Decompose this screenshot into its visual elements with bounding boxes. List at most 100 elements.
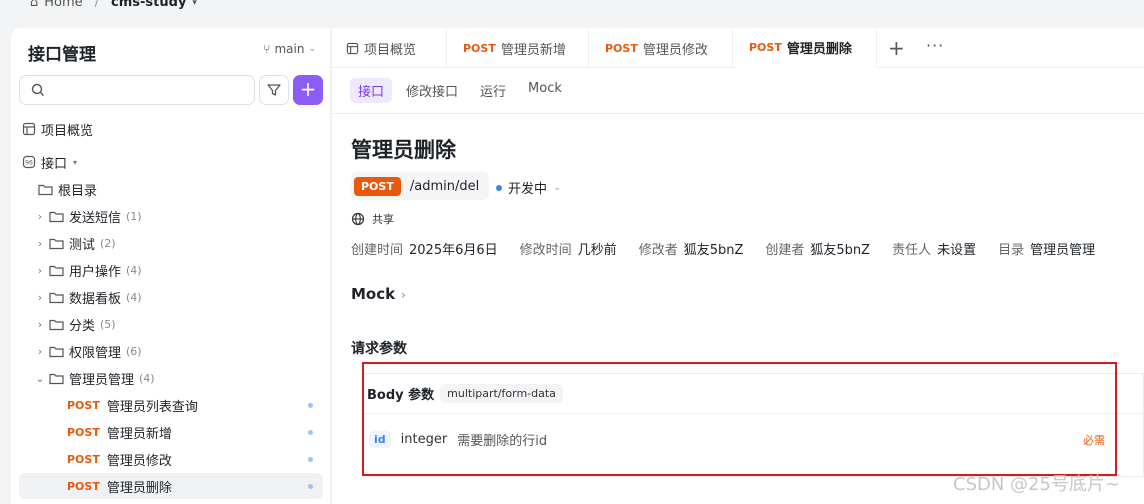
endpoint-label: 管理员新增 bbox=[106, 426, 172, 442]
share-label: 共享 bbox=[372, 213, 394, 226]
meta-created: 创建时间 2025年6月6日 bbox=[351, 243, 498, 258]
meta-folder[interactable]: 目录 管理员管理 bbox=[998, 239, 1095, 258]
tree-folder[interactable]: › 发送短信 (1) bbox=[19, 203, 323, 229]
tab-admin-delete[interactable]: POST 管理员删除 bbox=[735, 28, 877, 68]
method-badge: POST bbox=[354, 176, 401, 196]
param-type: integer bbox=[400, 431, 448, 447]
home-icon[interactable]: ⌂ bbox=[30, 0, 38, 10]
tree-folder[interactable]: › 数据看板 (4) bbox=[19, 284, 323, 310]
chevron-right-icon[interactable]: › bbox=[33, 237, 47, 250]
body-params-header: Body 参数 multipart/form-data bbox=[363, 374, 1144, 414]
endpoint-item[interactable]: POST 管理员列表查询 bbox=[19, 392, 323, 418]
endpoint-item[interactable]: POST 管理员新增 bbox=[19, 419, 323, 445]
param-description: 需要删除的行id bbox=[457, 433, 548, 449]
body-params-table: Body 参数 multipart/form-data id integer 需… bbox=[362, 373, 1144, 477]
subtab-api[interactable]: 接口 bbox=[350, 78, 393, 103]
tree-item-count: (2) bbox=[100, 236, 116, 250]
chevron-right-icon[interactable]: › bbox=[33, 318, 47, 331]
sub-tab-bar: 接口 修改接口 运行 Mock bbox=[350, 78, 570, 103]
branch-selector[interactable]: ⑂ main ⌄ bbox=[263, 42, 316, 56]
chevron-right-icon[interactable]: › bbox=[33, 291, 47, 304]
tab-overview[interactable]: 项目概览 bbox=[332, 28, 447, 68]
divider bbox=[332, 113, 1144, 114]
method-badge: POST bbox=[67, 452, 100, 466]
tree-item-overview[interactable]: 项目概览 bbox=[19, 116, 323, 142]
tree-folder[interactable]: › 用户操作 (4) bbox=[19, 257, 323, 283]
endpoint-label: 管理员列表查询 bbox=[106, 399, 198, 415]
tree-item-label: 数据看板 bbox=[69, 291, 122, 307]
mock-section-toggle[interactable]: Mock › bbox=[351, 285, 406, 303]
request-params-title: 请求参数 bbox=[351, 341, 407, 357]
body-params-label: Body 参数 bbox=[367, 388, 435, 403]
endpoint-path: /admin/del bbox=[409, 178, 480, 194]
folder-icon bbox=[49, 211, 64, 222]
chevron-right-icon[interactable]: › bbox=[33, 345, 47, 358]
chevron-right-icon[interactable]: › bbox=[33, 210, 47, 223]
search-input[interactable] bbox=[19, 75, 255, 105]
status-dot bbox=[308, 484, 313, 489]
chevron-right-icon[interactable]: › bbox=[33, 264, 47, 277]
tab-admin-add[interactable]: POST 管理员新增 bbox=[449, 28, 589, 68]
method-badge: POST bbox=[67, 479, 100, 493]
meta-creator: 创建者 狐友5bnZ bbox=[765, 243, 871, 258]
tree-item-label: 用户操作 bbox=[69, 264, 122, 280]
folder-icon bbox=[49, 292, 64, 303]
endpoint-item[interactable]: POST 管理员修改 bbox=[19, 446, 323, 472]
chevron-down-icon[interactable]: ▾ bbox=[192, 0, 197, 8]
tab-admin-edit[interactable]: POST 管理员修改 bbox=[591, 28, 733, 68]
chevron-down-icon[interactable]: ▾ bbox=[73, 158, 77, 167]
share-toggle[interactable]: 共享 bbox=[351, 211, 394, 227]
tree-item-count: (1) bbox=[126, 209, 142, 223]
subtab-edit-api[interactable]: 修改接口 bbox=[398, 78, 466, 103]
param-row[interactable]: id integer 需要删除的行id 必需 bbox=[363, 426, 1144, 452]
folder-icon bbox=[49, 238, 64, 249]
breadcrumb-project[interactable]: cms-study bbox=[111, 0, 186, 10]
tree-folder[interactable]: › 权限管理 (6) bbox=[19, 338, 323, 364]
add-button[interactable]: + bbox=[293, 75, 323, 105]
endpoint-item-selected[interactable]: POST 管理员删除 bbox=[19, 473, 323, 499]
subtab-run[interactable]: 运行 bbox=[472, 78, 514, 103]
tree-folder[interactable]: ⌄ 管理员管理 (4) bbox=[19, 365, 323, 391]
tree-item-label: 项目概览 bbox=[41, 123, 94, 139]
folder-icon bbox=[38, 184, 53, 195]
overview-icon bbox=[22, 122, 36, 136]
tab-label: 管理员修改 bbox=[642, 42, 708, 58]
tree-folder[interactable]: › 测试 (2) bbox=[19, 230, 323, 256]
more-icon[interactable]: ··· bbox=[926, 36, 944, 55]
meta-modifier: 修改者 狐友5bnZ bbox=[638, 243, 744, 258]
globe-icon bbox=[351, 212, 365, 226]
tree-item-count: (5) bbox=[100, 317, 116, 331]
tree-item-api[interactable]: 96 接口 ▾ bbox=[19, 149, 323, 175]
breadcrumb-separator: / bbox=[94, 0, 100, 10]
endpoint-url[interactable]: POST /admin/del bbox=[351, 172, 490, 200]
status-selector[interactable]: 开发中 ⌄ bbox=[496, 178, 561, 197]
tree-item-label: 分类 bbox=[69, 318, 96, 334]
folder-icon bbox=[49, 265, 64, 276]
tree-item-root[interactable]: 根目录 bbox=[19, 176, 323, 202]
breadcrumb-home[interactable]: Home bbox=[44, 0, 82, 10]
chevron-right-icon: › bbox=[401, 288, 406, 302]
tree-item-count: (4) bbox=[139, 371, 155, 385]
tab-label: 项目概览 bbox=[364, 42, 417, 58]
subtab-mock[interactable]: Mock bbox=[520, 78, 570, 103]
tab-label: 管理员新增 bbox=[500, 42, 566, 58]
folder-icon bbox=[49, 319, 64, 330]
meta-owner[interactable]: 责任人 未设置 bbox=[892, 239, 976, 258]
status-label: 开发中 bbox=[508, 182, 548, 197]
breadcrumb: ⌂ Home / cms-study ▾ bbox=[0, 0, 1144, 18]
status-dot bbox=[308, 430, 313, 435]
main-panel: 项目概览 POST 管理员新增 POST 管理员修改 POST 管理员删除 + … bbox=[332, 28, 1144, 504]
tree-item-label: 接口 bbox=[41, 156, 68, 172]
tree-folder[interactable]: › 分类 (5) bbox=[19, 311, 323, 337]
add-tab-button[interactable]: + bbox=[888, 36, 905, 60]
filter-button[interactable] bbox=[259, 75, 289, 105]
chevron-down-icon[interactable]: ⌄ bbox=[33, 372, 47, 385]
status-dot bbox=[308, 457, 313, 462]
tab-bar: 项目概览 POST 管理员新增 POST 管理员修改 POST 管理员删除 + … bbox=[332, 28, 1144, 68]
method-badge: POST bbox=[605, 41, 638, 55]
svg-text:96: 96 bbox=[25, 160, 33, 167]
tree-item-label: 权限管理 bbox=[69, 345, 122, 361]
method-badge: POST bbox=[463, 41, 496, 55]
folder-icon bbox=[49, 346, 64, 357]
endpoint-label: 管理员修改 bbox=[106, 453, 172, 469]
